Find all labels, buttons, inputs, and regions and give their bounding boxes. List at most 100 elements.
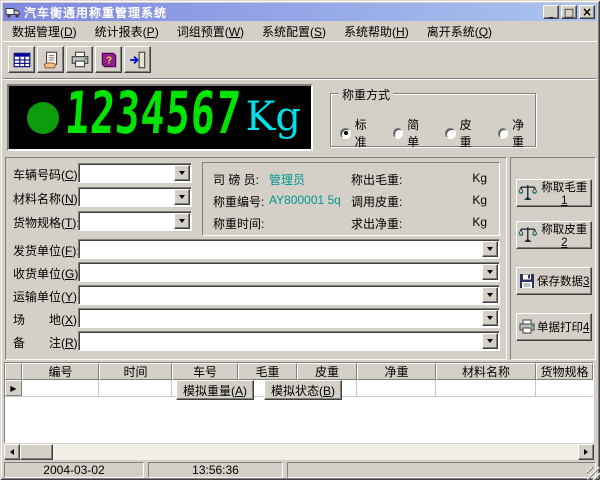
- simulate-weight-button[interactable]: 模拟重量(A): [176, 380, 254, 400]
- resize-grip[interactable]: [587, 467, 600, 480]
- dropdown-button[interactable]: [482, 310, 498, 326]
- scale-icon: [518, 225, 538, 245]
- scroll-left-icon: [10, 449, 14, 455]
- dropdown-button[interactable]: [482, 333, 498, 349]
- toolbar-report-button[interactable]: [37, 46, 64, 73]
- column-header-id[interactable]: 编号: [22, 363, 99, 380]
- status-message: [287, 462, 596, 478]
- scroll-left-button[interactable]: [4, 444, 20, 460]
- report-icon: [41, 50, 61, 70]
- material-name-combobox[interactable]: [78, 187, 192, 207]
- dropdown-arrow-icon: [487, 270, 493, 274]
- operator-label: 司 磅 员:: [213, 171, 259, 188]
- radio-tare[interactable]: 皮重: [445, 116, 483, 150]
- dropdown-arrow-icon: [179, 219, 185, 223]
- dropdown-button[interactable]: [482, 264, 498, 280]
- vehicle-number-label: 车辆号码(C):: [13, 166, 81, 183]
- maximize-icon: □: [564, 7, 574, 18]
- menu-system-config[interactable]: 系统配置(S): [262, 23, 326, 40]
- radio-icon: [340, 128, 351, 139]
- transporter-combobox[interactable]: [78, 285, 500, 305]
- cargo-spec-combobox[interactable]: [78, 211, 192, 231]
- close-icon: ×: [582, 6, 592, 18]
- weigh-info-panel: 司 磅 员: 管理员 称出毛重: Kg 称重编号: AY800001 5q 调用…: [202, 162, 500, 236]
- column-header-net[interactable]: 净重: [357, 363, 436, 380]
- column-header-time[interactable]: 时间: [99, 363, 172, 380]
- horizontal-scrollbar[interactable]: [4, 444, 594, 460]
- radio-standard[interactable]: 标准: [340, 116, 378, 150]
- column-header-tare[interactable]: 皮重: [297, 363, 357, 380]
- dropdown-arrow-icon: [487, 247, 493, 251]
- weigh-mode-group: 称重方式 标准 简单 皮重 净重: [330, 93, 536, 147]
- weigh-mode-title: 称重方式: [339, 86, 393, 103]
- receiver-combobox[interactable]: [78, 262, 500, 282]
- weigh-tare-button[interactable]: 称取皮重2: [516, 221, 592, 249]
- scroll-right-button[interactable]: [578, 444, 594, 460]
- remarks-combobox[interactable]: [78, 331, 500, 351]
- close-button[interactable]: ×: [579, 5, 595, 19]
- net-weight-unit: Kg: [472, 215, 487, 229]
- shipper-combobox[interactable]: [78, 239, 500, 259]
- site-combobox[interactable]: [78, 308, 500, 328]
- gross-weight-label: 称出毛重:: [351, 171, 402, 188]
- gross-weight-unit: Kg: [472, 171, 487, 185]
- column-header-gross[interactable]: 毛重: [238, 363, 297, 380]
- site-label: 场 地(X):: [13, 311, 80, 328]
- toolbar-data-grid-button[interactable]: [8, 46, 35, 73]
- column-header-spec[interactable]: 货物规格: [536, 363, 593, 380]
- dropdown-button[interactable]: [482, 287, 498, 303]
- weight-unit: Kg: [246, 94, 302, 140]
- tare-weight-label: 调用皮重:: [351, 193, 402, 210]
- weight-value: 1234567: [63, 81, 238, 148]
- dropdown-button[interactable]: [174, 213, 190, 229]
- save-floppy-icon: [518, 272, 536, 290]
- dropdown-button[interactable]: [174, 165, 190, 181]
- radio-icon: [393, 128, 404, 139]
- weigh-no-label: 称重编号:: [213, 193, 264, 210]
- record-indicator-icon: ▶: [5, 380, 22, 396]
- column-header-material[interactable]: 材料名称: [436, 363, 536, 380]
- printer-icon: [70, 50, 90, 70]
- dropdown-arrow-icon: [179, 171, 185, 175]
- weigh-time-label: 称重时间:: [213, 215, 264, 232]
- weight-led-display: 1234567 Kg: [7, 84, 313, 151]
- transporter-label: 运输单位(Y):: [13, 288, 80, 305]
- simulate-status-button[interactable]: 模拟状态(B): [264, 380, 342, 400]
- scroll-right-icon: [584, 449, 588, 455]
- toolbar: ?: [3, 41, 597, 80]
- menu-exit-system[interactable]: 离开系统(Q): [427, 23, 492, 40]
- toolbar-help-button[interactable]: ?: [95, 46, 122, 73]
- app-window: 汽车衡通用称重管理系统 _ □ × 数据管理(D) 统计报表(P) 词组预置(W…: [0, 0, 600, 480]
- radio-net[interactable]: 净重: [498, 116, 536, 150]
- menu-statistics-report[interactable]: 统计报表(P): [95, 23, 159, 40]
- minimize-icon: _: [549, 10, 554, 19]
- weigh-gross-button[interactable]: 称取毛重1: [516, 179, 592, 207]
- action-panel: 称取毛重1 称取皮重2 保存数据3: [510, 157, 596, 360]
- column-header-vehicle[interactable]: 车号: [172, 363, 238, 380]
- records-table: 编号 时间 车号 毛重 皮重 净重 材料名称 货物规格 ▶: [4, 362, 594, 443]
- maximize-button[interactable]: □: [561, 5, 577, 19]
- print-receipt-button[interactable]: 单据打印4: [516, 313, 592, 341]
- operator-value: 管理员: [269, 171, 305, 188]
- cargo-spec-label: 货物规格(T):: [13, 214, 80, 231]
- minimize-button[interactable]: _: [543, 5, 559, 19]
- toolbar-exit-button[interactable]: [124, 46, 151, 73]
- dropdown-arrow-icon: [179, 195, 185, 199]
- toolbar-print-button[interactable]: [66, 46, 93, 73]
- menu-phrase-preset[interactable]: 词组预置(W): [177, 23, 244, 40]
- vehicle-number-combobox[interactable]: [78, 163, 192, 183]
- scrollbar-thumb[interactable]: [20, 444, 53, 460]
- status-bar: 2004-03-02 13:56:36: [4, 462, 596, 478]
- dropdown-arrow-icon: [487, 339, 493, 343]
- menu-data-management[interactable]: 数据管理(D): [12, 23, 77, 40]
- save-data-button[interactable]: 保存数据3: [516, 267, 592, 295]
- menu-system-help[interactable]: 系统帮助(H): [344, 23, 409, 40]
- menu-bar: 数据管理(D) 统计报表(P) 词组预置(W) 系统配置(S) 系统帮助(H) …: [3, 21, 597, 41]
- row-selector-header: [5, 363, 22, 380]
- dropdown-button[interactable]: [482, 241, 498, 257]
- tare-weight-unit: Kg: [472, 193, 487, 207]
- dropdown-button[interactable]: [174, 189, 190, 205]
- svg-text:?: ?: [105, 55, 111, 66]
- radio-simple[interactable]: 简单: [393, 116, 431, 150]
- receiver-label: 收货单位(G):: [13, 265, 82, 282]
